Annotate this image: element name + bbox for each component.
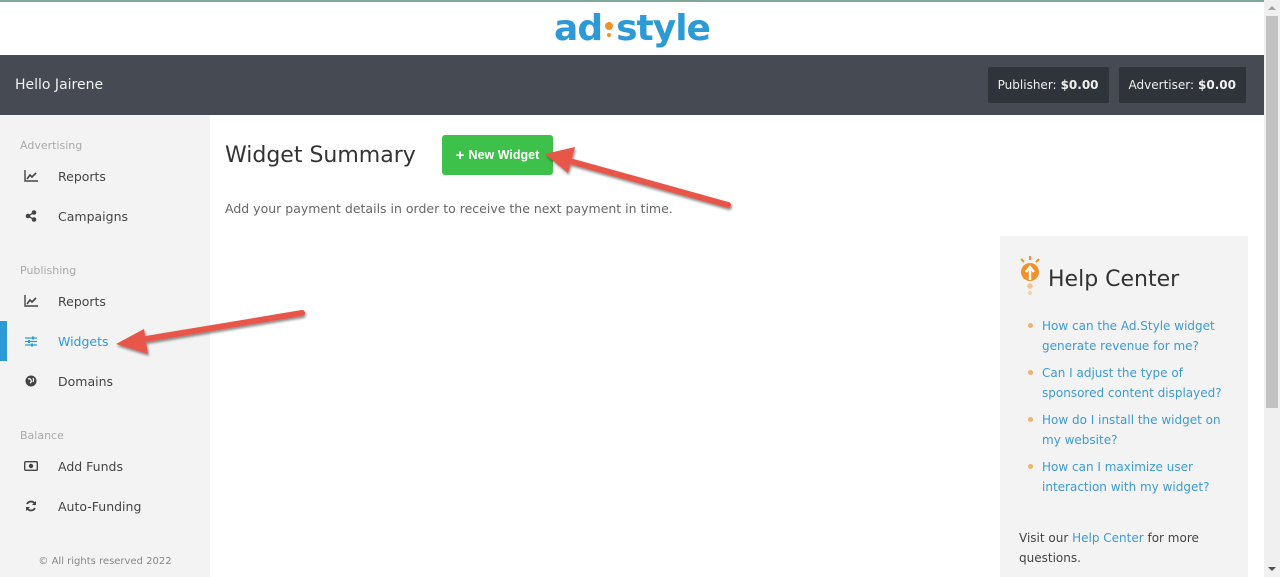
publisher-balance[interactable]: Publisher: $0.00 <box>987 67 1109 103</box>
sidebar-item-label: Add Funds <box>58 458 123 474</box>
sidebar-item-label: Widgets <box>58 333 109 349</box>
sidebar-item-label: Domains <box>58 373 114 389</box>
help-center-link[interactable]: Help Center <box>1072 531 1144 545</box>
sidebar-section-publishing: Publishing <box>20 264 77 277</box>
page-scrollbar[interactable] <box>1264 0 1280 577</box>
sidebar-section-balance: Balance <box>20 429 64 442</box>
sidebar-item-domains[interactable]: Domains <box>0 361 210 401</box>
page-title: Widget Summary <box>225 142 416 168</box>
title-row: Widget Summary + New Widget <box>225 135 554 175</box>
sidebar-item-advertising-reports[interactable]: Reports <box>0 156 210 196</box>
new-widget-label: New Widget <box>468 148 540 162</box>
help-center-title: Help Center <box>1048 266 1180 292</box>
help-question-link[interactable]: How do I install the widget on my websit… <box>1022 410 1232 450</box>
sliders-icon <box>24 334 38 348</box>
greeting: Hello Jairene <box>15 77 104 93</box>
lightbulb-icon <box>1018 256 1042 302</box>
advertiser-balance-value: $0.00 <box>1198 78 1236 92</box>
publisher-balance-value: $0.00 <box>1060 78 1099 92</box>
money-icon <box>24 459 38 473</box>
help-center-header: Help Center <box>1018 256 1248 302</box>
help-questions: How can the Ad.Style widget generate rev… <box>1022 316 1248 497</box>
sidebar-item-label: Campaigns <box>58 208 129 224</box>
help-center-footer: Visit our Help Center for more questions… <box>1019 528 1219 568</box>
sidebar-item-add-funds[interactable]: Add Funds <box>0 446 210 486</box>
payment-notice: Add your payment details in order to rec… <box>225 201 673 216</box>
logo-text-style: style <box>616 8 711 49</box>
lightbulb-icon <box>604 14 614 44</box>
new-widget-button[interactable]: + New Widget <box>441 135 554 175</box>
help-center-panel: Help Center How can the Ad.Style widget … <box>1000 236 1248 577</box>
advertiser-balance[interactable]: Advertiser: $0.00 <box>1118 67 1246 103</box>
sidebar-item-auto-funding[interactable]: Auto-Funding <box>0 486 210 526</box>
balances: Publisher: $0.00 Advertiser: $0.00 <box>987 67 1246 103</box>
help-question-link[interactable]: How can I maximize user interaction with… <box>1022 457 1232 497</box>
share-icon <box>24 209 38 223</box>
publisher-balance-label: Publisher: <box>997 78 1057 92</box>
advertiser-balance-label: Advertiser: <box>1128 78 1195 92</box>
sidebar-item-label: Auto-Funding <box>58 498 142 514</box>
refresh-icon <box>24 499 38 513</box>
chart-line-icon <box>24 169 38 183</box>
logo-text-ad: ad <box>554 8 603 49</box>
sidebar-item-label: Reports <box>58 168 106 184</box>
scroll-up-arrow-icon[interactable] <box>1268 6 1276 10</box>
copyright: © All rights reserved 2022 <box>38 556 172 567</box>
main-content: Widget Summary + New Widget Add your pay… <box>210 115 1264 577</box>
logo-bar: ad style <box>0 2 1264 55</box>
sidebar-item-publishing-reports[interactable]: Reports <box>0 281 210 321</box>
scroll-down-arrow-icon[interactable] <box>1268 567 1276 571</box>
sidebar-item-widgets[interactable]: Widgets <box>0 321 210 361</box>
plus-icon: + <box>455 146 465 164</box>
globe-icon <box>24 374 38 388</box>
help-question-link[interactable]: How can the Ad.Style widget generate rev… <box>1022 316 1232 356</box>
help-question-link[interactable]: Can I adjust the type of sponsored conte… <box>1022 363 1232 403</box>
chart-line-icon <box>24 294 38 308</box>
sidebar-section-advertising: Advertising <box>20 139 83 152</box>
help-footer-prefix: Visit our <box>1019 531 1069 545</box>
scrollbar-thumb[interactable] <box>1266 16 1278 408</box>
adstyle-logo[interactable]: ad style <box>554 8 711 49</box>
sidebar: Advertising Reports Campaigns Publishing… <box>0 115 210 577</box>
sidebar-item-label: Reports <box>58 293 106 309</box>
sidebar-item-campaigns[interactable]: Campaigns <box>0 196 210 236</box>
top-header: Hello Jairene Publisher: $0.00 Advertise… <box>0 55 1264 115</box>
